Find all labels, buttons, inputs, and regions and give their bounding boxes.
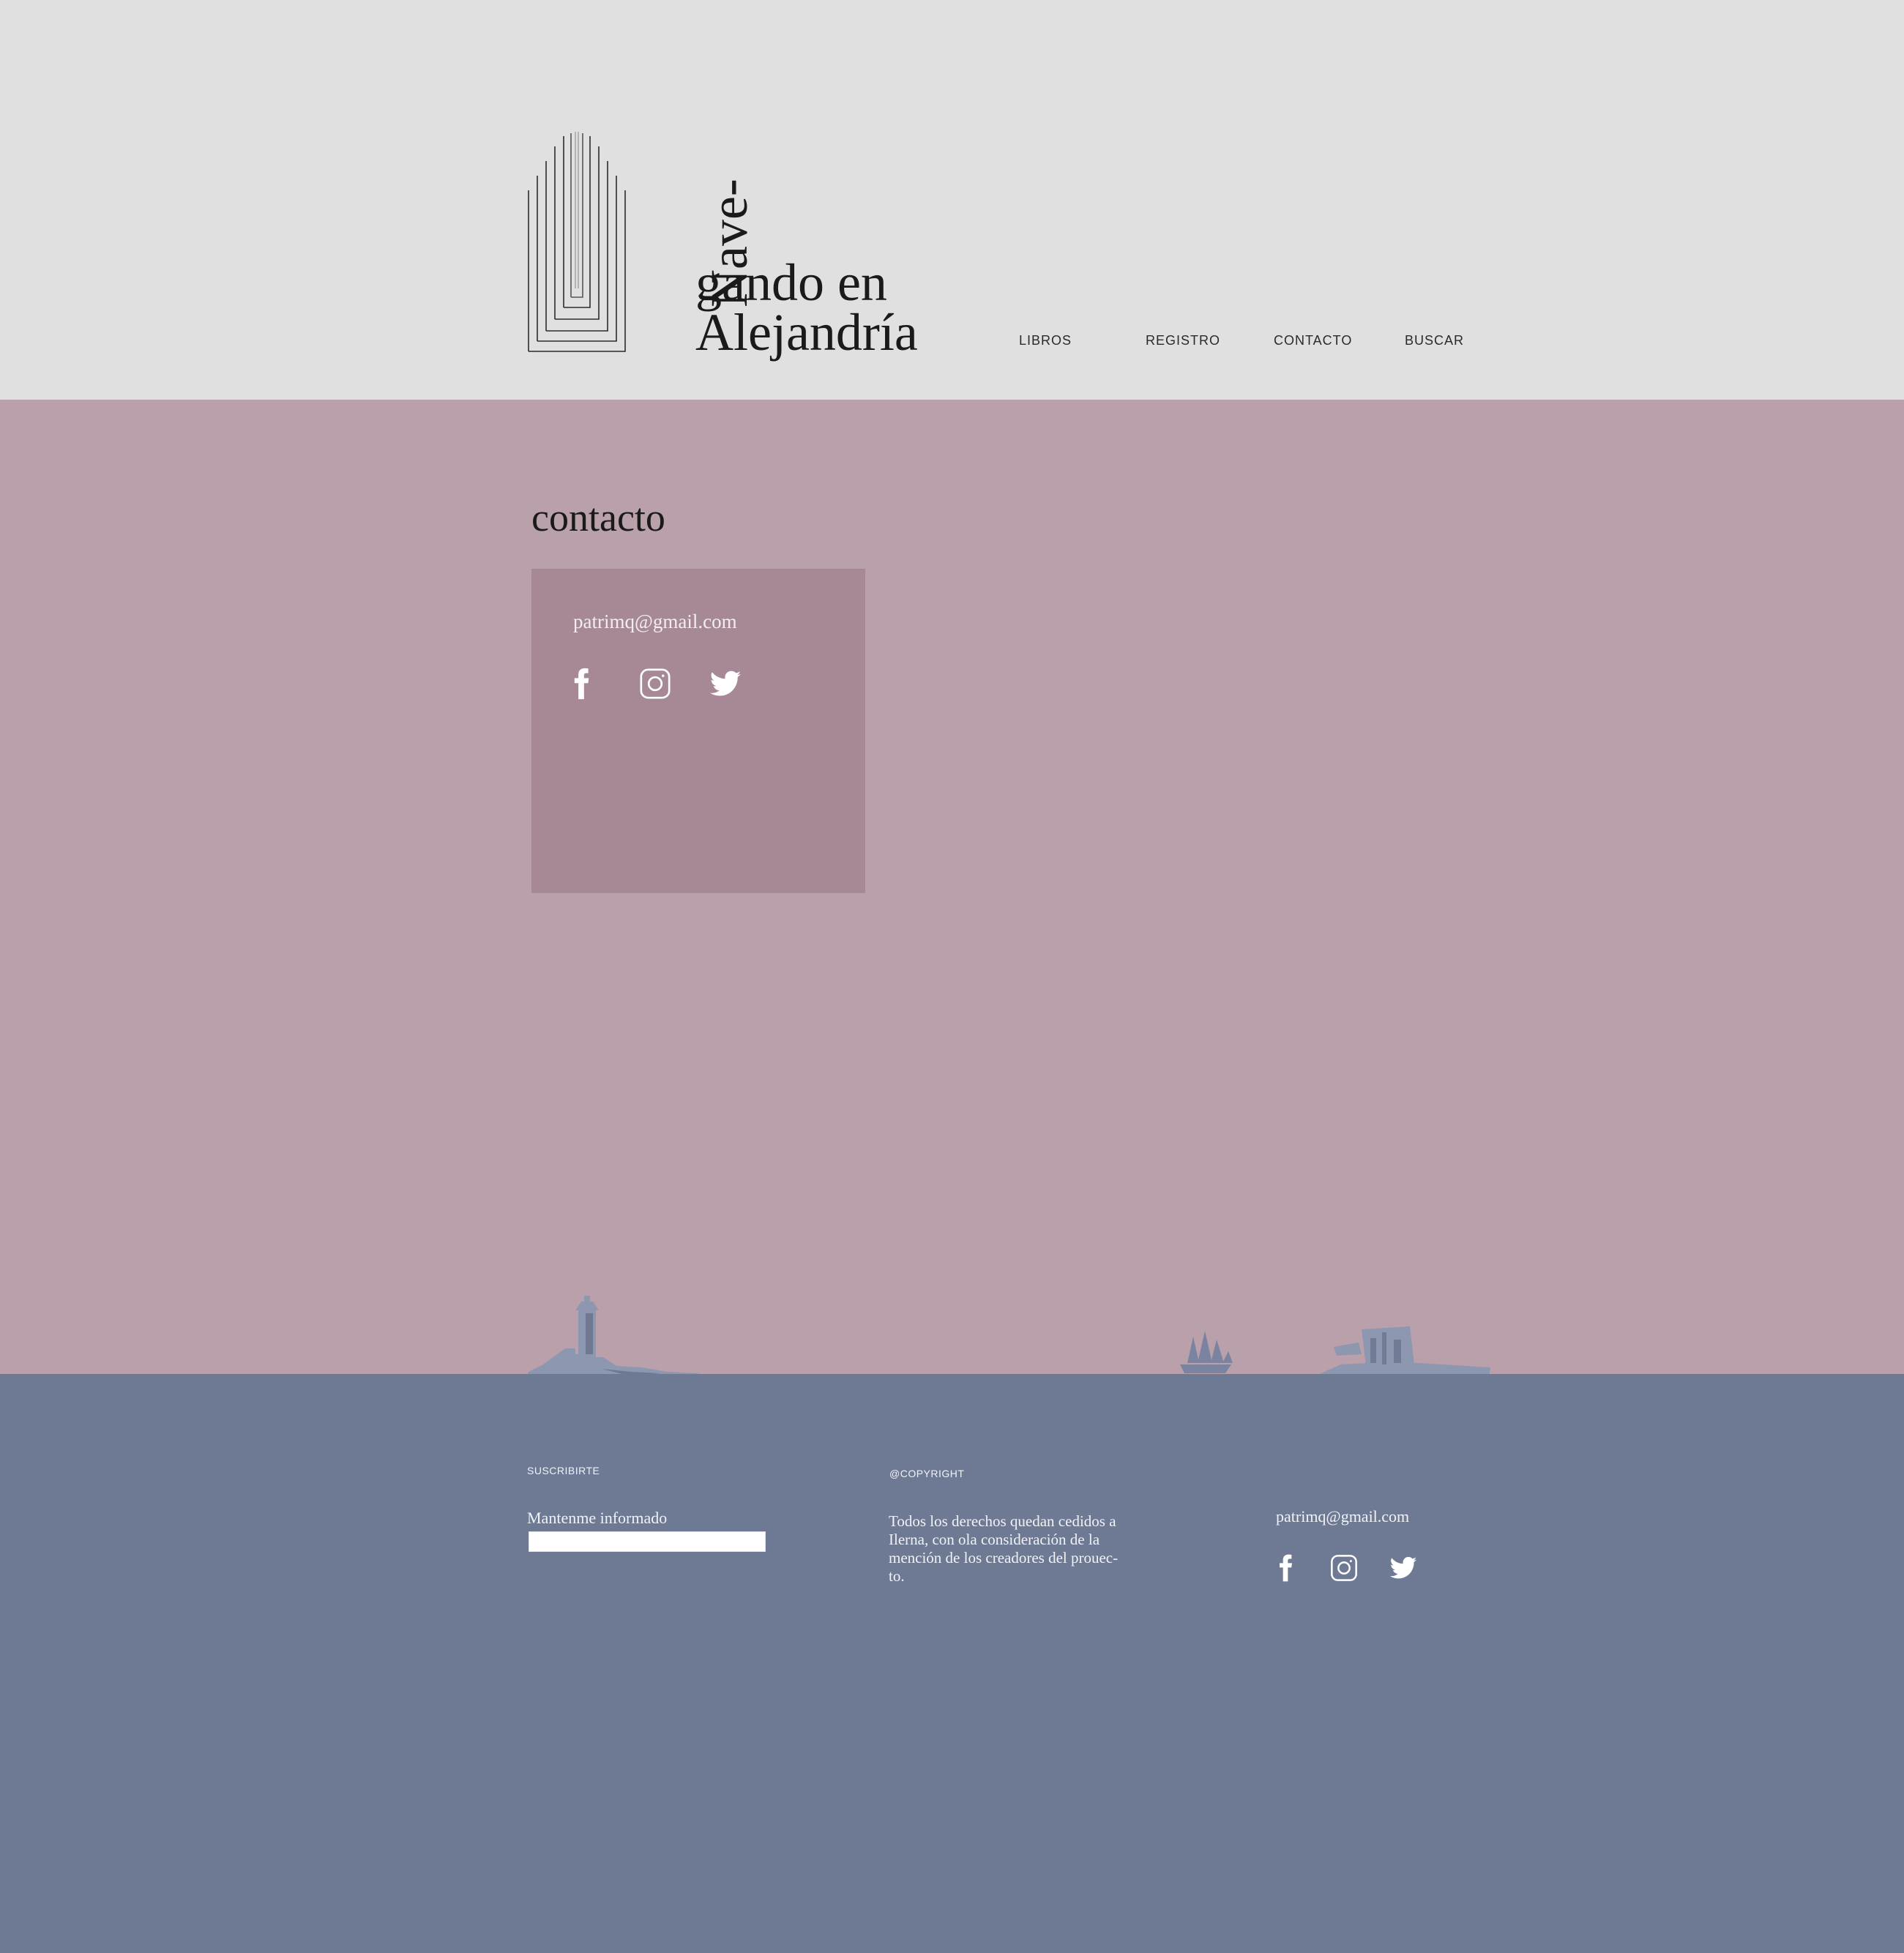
logo-text-line2: Alejandría <box>695 303 918 362</box>
subscribe-caption: Mantenme informado <box>527 1509 668 1527</box>
copyright-line: to. <box>889 1567 905 1585</box>
nav-contacto[interactable]: CONTACTO <box>1274 333 1352 348</box>
copyright-heading: @COPYRIGHT <box>889 1468 965 1479</box>
main-content <box>0 400 1904 1374</box>
subscribe-heading: SUSCRIBIRTE <box>527 1465 600 1476</box>
library-building-illustration <box>1307 1326 1490 1379</box>
copyright-text: Todos los derechos quedan cedidos a Iler… <box>889 1512 1152 1586</box>
sailing-ship-illustration <box>1180 1331 1233 1373</box>
instagram-icon[interactable] <box>1329 1553 1359 1583</box>
nav-buscar[interactable]: BUSCAR <box>1405 333 1464 348</box>
site-footer <box>0 1374 1904 1953</box>
twitter-icon[interactable] <box>1389 1553 1418 1583</box>
site-header: Nave- gando en Alejandría LIBROS REGISTR… <box>0 0 1904 400</box>
instagram-icon[interactable] <box>638 667 672 701</box>
copyright-line: mención de los creadores del prouec- <box>889 1549 1119 1566</box>
facebook-icon[interactable] <box>1271 1553 1300 1583</box>
twitter-icon[interactable] <box>709 667 742 701</box>
copyright-line: Todos los derechos quedan cedidos a <box>889 1512 1116 1530</box>
contact-email-link[interactable]: patrimq@gmail.com <box>573 610 737 633</box>
copyright-line: Ilerna, con ola consideración de la <box>889 1531 1100 1548</box>
footer-email-link[interactable]: patrimq@gmail.com <box>1276 1507 1409 1526</box>
nav-registro[interactable]: REGISTRO <box>1146 333 1220 348</box>
contact-card: patrimq@gmail.com <box>531 569 865 893</box>
subscribe-email-input[interactable] <box>529 1531 766 1552</box>
page-title: contacto <box>531 496 665 539</box>
facebook-icon[interactable] <box>564 667 598 701</box>
lighthouse-illustration <box>524 1296 741 1382</box>
logo-arches-icon <box>528 132 626 352</box>
logo-text-line1: gando en <box>695 253 887 312</box>
nav-libros[interactable]: LIBROS <box>1019 333 1072 348</box>
